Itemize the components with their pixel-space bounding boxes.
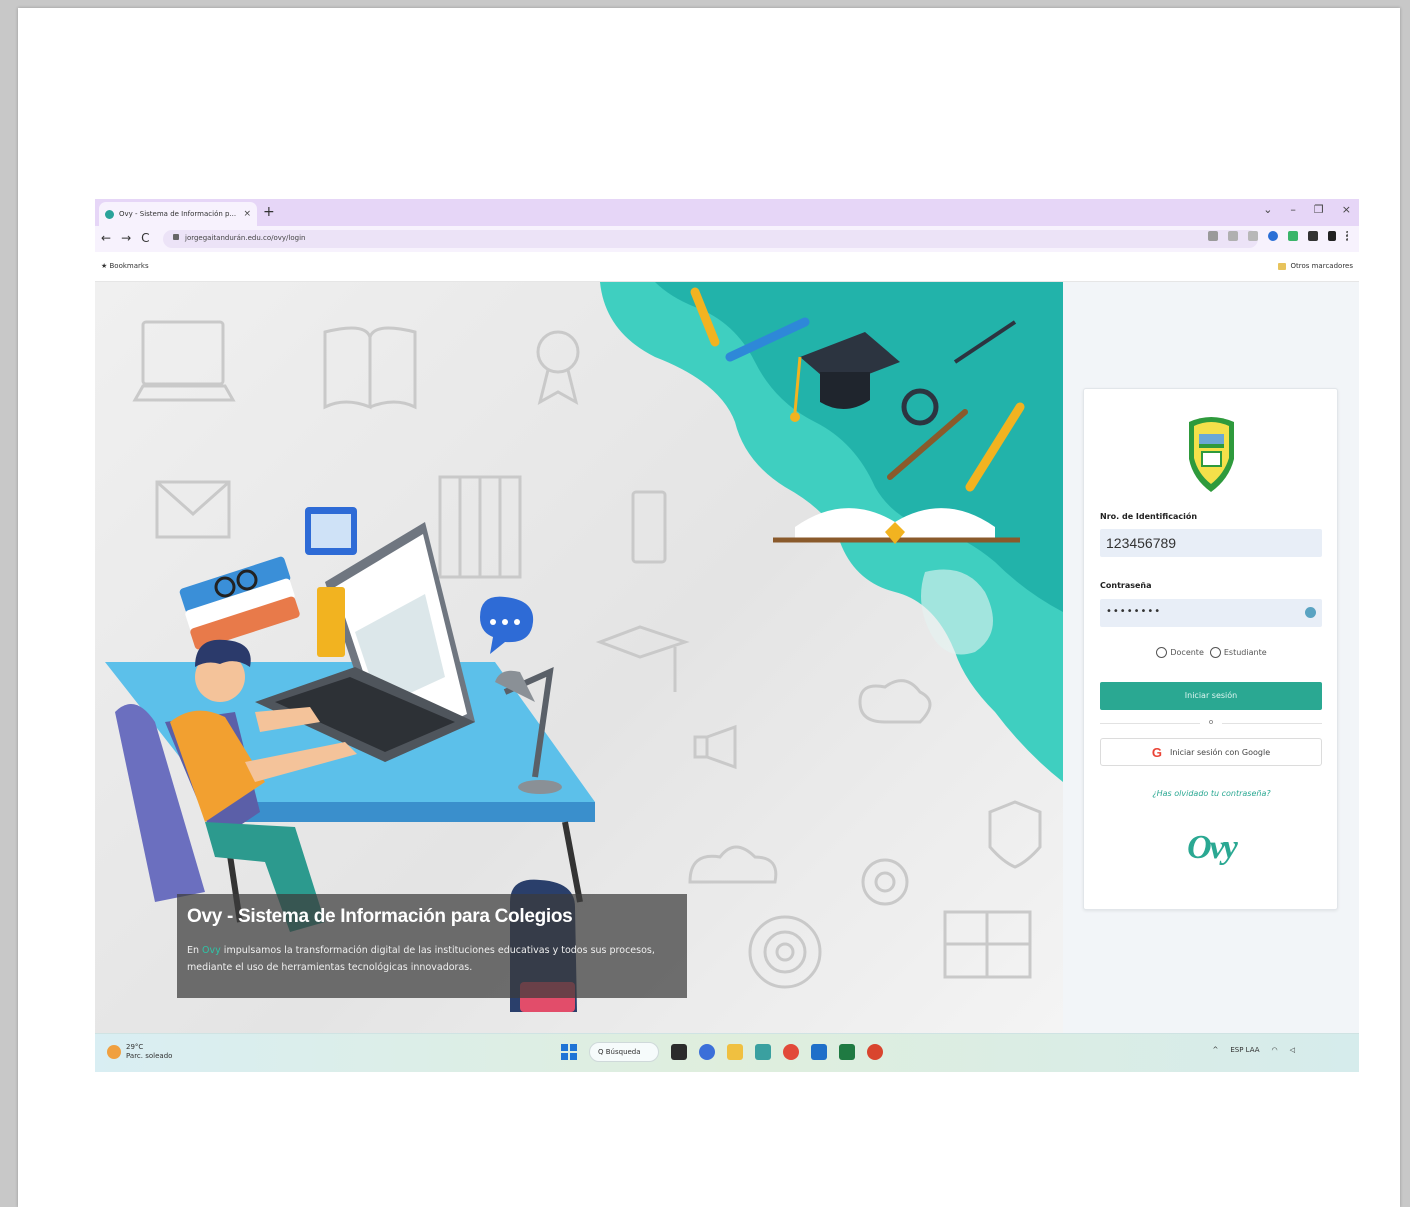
wifi-icon[interactable]: ◠ xyxy=(1272,1046,1278,1054)
role-selector: Docente Estudiante xyxy=(1084,647,1339,658)
hero-caption: Ovy - Sistema de Información para Colegi… xyxy=(177,894,687,998)
url-text: jorgegaitandurán.edu.co/ovy/login xyxy=(185,234,306,242)
google-login-label: Iniciar sesión con Google xyxy=(1170,747,1271,757)
screenshot-frame: Ovy - Sistema de Información p... × + ⌄ … xyxy=(95,199,1359,1072)
show-password-icon[interactable] xyxy=(1305,607,1316,618)
favicon-icon xyxy=(105,209,114,219)
maximize-button[interactable]: ❐ xyxy=(1314,203,1324,216)
hero-title: Ovy - Sistema de Información para Colegi… xyxy=(187,906,573,927)
lock-icon xyxy=(173,234,179,240)
extension-icon[interactable] xyxy=(1288,231,1298,241)
radio-icon xyxy=(1156,647,1168,658)
browser-tab[interactable]: Ovy - Sistema de Información p... × xyxy=(99,202,257,226)
role-docente-radio[interactable]: Docente xyxy=(1156,647,1204,658)
minimize-button[interactable]: – xyxy=(1290,203,1296,216)
role-docente-label: Docente xyxy=(1170,648,1204,657)
login-button[interactable]: Iniciar sesión xyxy=(1100,682,1322,710)
password-input[interactable]: •••••••• xyxy=(1100,599,1322,627)
tab-title: Ovy - Sistema de Información p... xyxy=(119,210,237,218)
close-window-button[interactable]: × xyxy=(1342,203,1351,216)
bookmarks-bar: ★ Bookmarks Otros marcadores xyxy=(95,252,1359,282)
weather-text: 29°C Parc. soleado xyxy=(126,1043,172,1061)
weather-desc: Parc. soleado xyxy=(126,1052,173,1060)
tray-chevron-icon[interactable]: ^ xyxy=(1212,1046,1218,1054)
or-divider: o xyxy=(1100,718,1322,726)
forgot-password-link[interactable]: ¿Has olvidado tu contraseña? xyxy=(1084,789,1339,798)
puzzle-icon[interactable] xyxy=(1308,231,1318,241)
reload-button[interactable]: C xyxy=(141,231,149,245)
outlook-icon[interactable] xyxy=(811,1044,827,1060)
other-bookmarks-label: Otros marcadores xyxy=(1290,262,1353,270)
chrome-icon[interactable] xyxy=(783,1044,799,1060)
powerpoint-icon[interactable] xyxy=(867,1044,883,1060)
hero-description: En Ovy impulsamos la transformación digi… xyxy=(187,942,677,976)
taskbar-apps: Q Búsqueda xyxy=(561,1042,883,1062)
weather-widget[interactable]: 29°C Parc. soleado xyxy=(107,1043,172,1061)
id-input[interactable]: 123456789 xyxy=(1100,529,1322,557)
chat-icon[interactable] xyxy=(699,1044,715,1060)
bookmark-star-icon[interactable] xyxy=(1268,231,1278,241)
taskbar-search[interactable]: Q Búsqueda xyxy=(589,1042,659,1062)
volume-icon[interactable]: ◁ xyxy=(1290,1046,1295,1054)
edge-icon[interactable] xyxy=(755,1044,771,1060)
download-icon[interactable] xyxy=(1228,231,1238,241)
school-crest-icon xyxy=(1189,417,1234,492)
role-estudiante-radio[interactable]: Estudiante xyxy=(1209,647,1267,658)
google-icon: G xyxy=(1151,744,1162,760)
hero-text-prefix: En xyxy=(187,945,203,956)
hero-illustration: Ovy - Sistema de Información para Colegi… xyxy=(95,282,1063,1033)
hero-brand-name: Ovy xyxy=(202,945,221,956)
sidebar-icon[interactable] xyxy=(1328,231,1336,241)
browser-toolbar: ← → C jorgegaitandurán.edu.co/ovy/login xyxy=(95,226,1359,252)
task-view-icon[interactable] xyxy=(671,1044,687,1060)
role-estudiante-label: Estudiante xyxy=(1223,648,1267,657)
other-bookmarks[interactable]: Otros marcadores xyxy=(1278,262,1353,270)
windows-taskbar: 29°C Parc. soleado Q Búsqueda ^ ESP LAA … xyxy=(95,1033,1359,1072)
bookmarks-label[interactable]: ★ Bookmarks xyxy=(101,262,149,270)
window-controls: ⌄ – ❐ × xyxy=(1263,203,1351,216)
forward-button[interactable]: → xyxy=(121,231,131,245)
menu-icon[interactable] xyxy=(1346,231,1349,241)
weather-temp: 29°C xyxy=(126,1043,144,1051)
share-icon[interactable] xyxy=(1248,231,1258,241)
ovy-logo: Ovy xyxy=(1187,829,1238,866)
nav-buttons: ← → C xyxy=(101,231,150,245)
tab-search-icon[interactable]: ⌄ xyxy=(1263,203,1272,216)
excel-icon[interactable] xyxy=(839,1044,855,1060)
id-label: Nro. de Identificación xyxy=(1100,512,1198,521)
new-tab-button[interactable]: + xyxy=(263,203,275,221)
system-tray: ^ ESP LAA ◠ ◁ xyxy=(1212,1046,1295,1054)
back-button[interactable]: ← xyxy=(101,231,111,245)
document-page: Ovy - Sistema de Información p... × + ⌄ … xyxy=(18,8,1400,1207)
google-login-button[interactable]: G Iniciar sesión con Google xyxy=(1100,738,1322,766)
tab-close-icon[interactable]: × xyxy=(243,209,251,219)
password-label: Contraseña xyxy=(1100,581,1152,590)
address-bar[interactable]: jorgegaitandurán.edu.co/ovy/login xyxy=(163,230,1258,248)
password-value: •••••••• xyxy=(1106,606,1162,617)
weather-icon xyxy=(107,1045,121,1059)
file-explorer-icon[interactable] xyxy=(727,1044,743,1060)
radio-icon xyxy=(1209,647,1221,658)
windows-start-icon[interactable] xyxy=(561,1044,577,1060)
language-indicator[interactable]: ESP LAA xyxy=(1230,1046,1259,1054)
hero-text-body: impulsamos la transformación digital de … xyxy=(187,945,655,973)
folder-icon xyxy=(1278,262,1287,270)
key-icon[interactable] xyxy=(1208,231,1218,241)
login-card: Nro. de Identificación 123456789 Contras… xyxy=(1083,388,1338,910)
browser-tab-bar: Ovy - Sistema de Información p... × + ⌄ … xyxy=(95,199,1359,226)
extensions-area xyxy=(1208,231,1349,241)
